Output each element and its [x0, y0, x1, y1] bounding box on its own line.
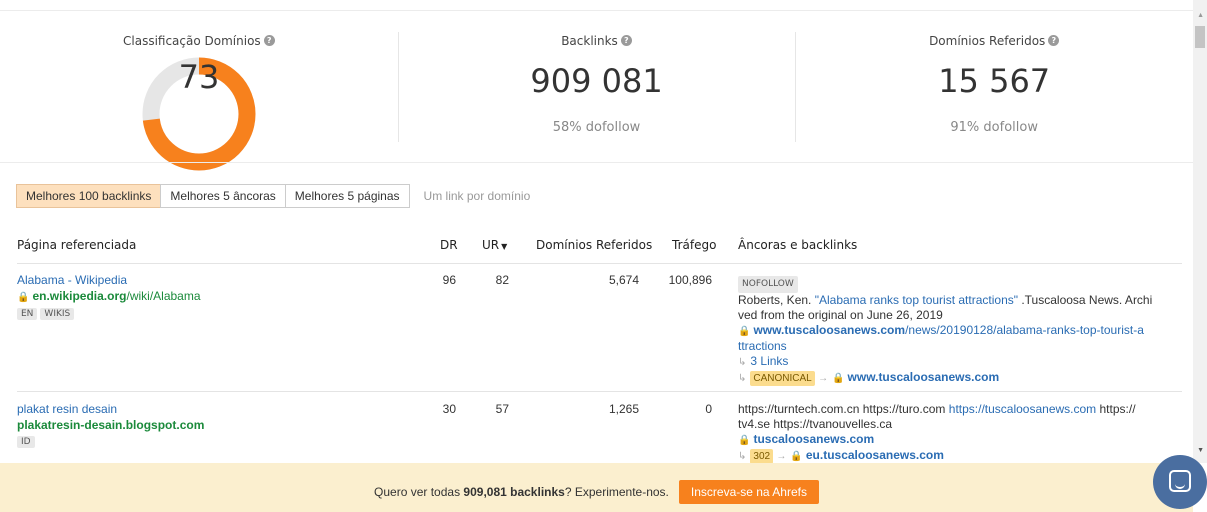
- domain-rating-label: Classificação Domínios: [123, 34, 261, 48]
- caret-down-icon: ▼: [501, 242, 508, 251]
- domain-rating-stat: Classificação Domínios? 73: [0, 14, 398, 171]
- anchor-link[interactable]: https://tuscaloosanews.com: [949, 402, 1096, 416]
- dr-value: 96: [442, 273, 456, 287]
- tab-top-5-pages[interactable]: Melhores 5 páginas: [284, 184, 410, 208]
- domain-rating-value: 73: [178, 58, 220, 96]
- header-referring-page[interactable]: Página referenciada: [17, 238, 136, 252]
- banner-count: 909,081 backlinks: [463, 485, 565, 499]
- help-icon[interactable]: ?: [263, 35, 275, 46]
- backlink-url[interactable]: tuscaloosanews.com: [753, 432, 874, 446]
- referring-page-url[interactable]: plakatresin-desain.blogspot.com: [17, 418, 204, 432]
- referring-page-title[interactable]: plakat resin desain: [17, 402, 117, 416]
- stats-panel: Classificação Domínios? 73 Backlinks? 90…: [0, 14, 1193, 171]
- lock-icon: 🔒: [832, 373, 845, 384]
- help-icon[interactable]: ?: [620, 35, 632, 46]
- lock-icon: 🔒: [738, 435, 751, 446]
- tabs: Melhores 100 backlinks Melhores 5 âncora…: [16, 184, 531, 208]
- tab-top-100-backlinks[interactable]: Melhores 100 backlinks: [16, 184, 162, 208]
- backlinks-dofollow: 58% dofollow: [552, 120, 641, 135]
- links-count[interactable]: 3 Links: [750, 354, 788, 368]
- help-icon[interactable]: ?: [1048, 35, 1060, 46]
- anchor-block: NOFOLLOW Roberts, Ken. "Alabama ranks to…: [738, 275, 1166, 386]
- referring-page-url[interactable]: en.wikipedia.org/wiki/Alabama: [32, 289, 200, 303]
- lock-icon: 🔒: [790, 451, 803, 462]
- header-ur[interactable]: UR ▼: [482, 238, 507, 252]
- redirect-arrow-icon: ↳: [738, 373, 747, 384]
- language-tag: EN: [17, 308, 38, 320]
- arrow-right-icon: →: [818, 373, 829, 384]
- header-dr[interactable]: DR: [440, 238, 458, 252]
- backlinks-value: 909 081: [530, 62, 663, 100]
- redirect-arrow-icon: ↳: [738, 451, 747, 462]
- traffic-value: 100,896: [668, 273, 712, 287]
- referring-domains-label: Domínios Referidos: [929, 34, 1046, 48]
- redirect-url[interactable]: eu.tuscaloosanews.com: [806, 448, 944, 462]
- anchor-block: https://turntech.com.cn https://turo.com…: [738, 402, 1136, 464]
- header-referring-domains[interactable]: Domínios Referidos: [536, 238, 652, 252]
- one-link-per-domain-toggle[interactable]: Um link por domínio: [424, 189, 531, 203]
- ur-value: 57: [495, 402, 509, 416]
- traffic-value: 0: [705, 402, 712, 416]
- chat-icon: [1169, 470, 1191, 492]
- referring-page-title[interactable]: Alabama - Wikipedia: [17, 273, 127, 287]
- referring-domains-value: 15 567: [938, 62, 1051, 100]
- scroll-down-icon[interactable]: ▼: [1197, 447, 1204, 454]
- lock-icon: 🔒: [17, 292, 30, 303]
- banner-text: Quero ver todas 909,081 backlinks? Exper…: [374, 485, 669, 499]
- arrow-right-icon: →: [776, 451, 787, 462]
- canonical-url[interactable]: www.tuscaloosanews.com: [848, 370, 1000, 384]
- category-tag: WIKIS: [40, 308, 75, 320]
- nofollow-badge: NOFOLLOW: [738, 276, 798, 293]
- redirect-arrow-icon: ↳: [738, 357, 747, 368]
- backlink-url[interactable]: www.tuscaloosanews.com/news/20190128/ala…: [738, 323, 1144, 353]
- dr-value: 30: [442, 402, 456, 416]
- ref-domains-value: 1,265: [608, 402, 639, 416]
- redirect-badge: 302: [750, 449, 774, 464]
- backlinks-label: Backlinks: [561, 34, 618, 48]
- header-traffic[interactable]: Tráfego: [672, 238, 716, 252]
- chat-launcher-button[interactable]: [1153, 455, 1207, 509]
- tab-top-5-anchors[interactable]: Melhores 5 âncoras: [160, 184, 286, 208]
- signup-button[interactable]: Inscreva-se na Ahrefs: [678, 480, 819, 504]
- language-tag: ID: [17, 436, 35, 448]
- lock-icon: 🔒: [738, 326, 751, 337]
- backlinks-stat: Backlinks? 909 081 58% dofollow: [397, 14, 796, 162]
- anchor-link[interactable]: "Alabama ranks top tourist attractions": [815, 293, 1018, 307]
- ref-domains-value: 5,674: [608, 273, 639, 287]
- scroll-thumb[interactable]: [1195, 26, 1205, 48]
- signup-banner: Quero ver todas 909,081 backlinks? Exper…: [0, 463, 1193, 512]
- canonical-badge: CANONICAL: [750, 371, 815, 386]
- referring-domains-stat: Domínios Referidos? 15 567 91% dofollow: [795, 14, 1193, 162]
- header-anchors-backlinks[interactable]: Âncoras e backlinks: [738, 238, 857, 252]
- scroll-up-icon[interactable]: ▲: [1197, 12, 1204, 19]
- ur-value: 82: [495, 273, 509, 287]
- referring-domains-dofollow: 91% dofollow: [950, 120, 1038, 135]
- scrollbar[interactable]: ▲ ▼: [1193, 0, 1207, 463]
